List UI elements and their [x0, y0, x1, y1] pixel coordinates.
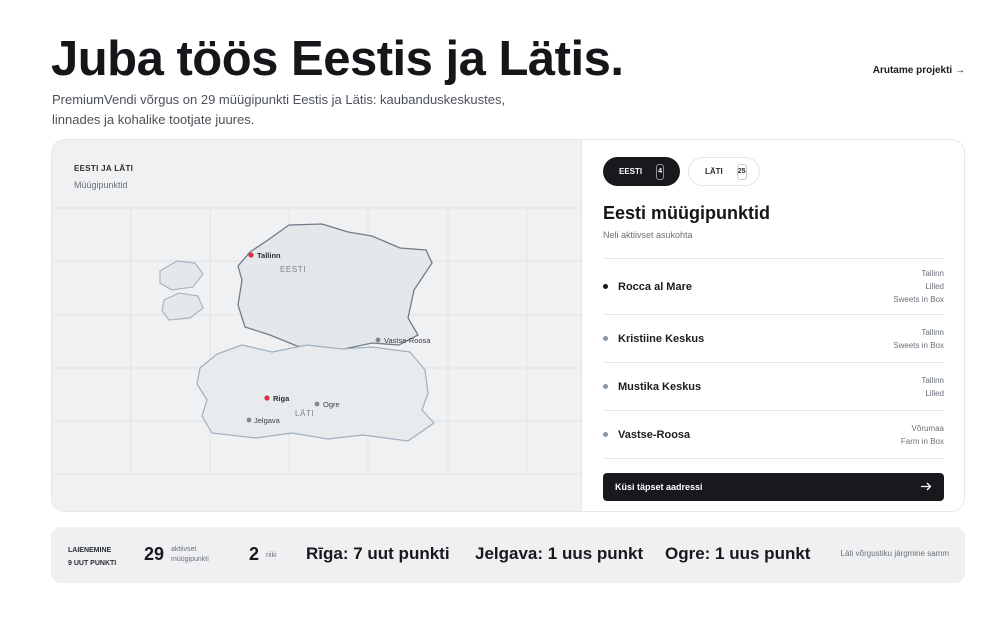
location-tag: Lilled	[925, 282, 944, 291]
location-tag: Farm in Box	[900, 436, 944, 446]
location-dot	[603, 336, 608, 341]
map-caption: Müügipunktid	[74, 180, 128, 190]
location-item-rocca-al-mare[interactable]: Rocca al Mare Tallinn Lilled Sweets in B…	[603, 259, 944, 315]
request-address-button[interactable]: Küsi täpset aadressi	[603, 473, 944, 501]
map-panel: Tallinn EESTI Vastse-Roosa Riga Ogre LÄT…	[52, 140, 582, 512]
countries-label: riiki	[266, 552, 277, 559]
active-points-label: aktiivset müügipunkti	[171, 545, 209, 565]
jelgava-label: Jelgava	[254, 416, 281, 425]
expansion-kicker-title: LAIENEMINE	[68, 547, 112, 554]
location-tag: Tallinn	[921, 375, 944, 385]
expansion-kicker-count: 9 UUT PUNKTI	[68, 560, 117, 567]
location-tag: Lilled	[925, 388, 944, 398]
location-tags: Tallinn Lilled	[921, 374, 944, 400]
ogre-new-points: Ogre: 1 uus punkt	[665, 544, 811, 563]
location-tags: Tallinn Lilled Sweets in Box	[893, 267, 944, 306]
location-item-vastse-roosa[interactable]: Vastse-Roosa Võrumaa Farm in Box	[603, 411, 944, 459]
latvia-label: LÄTI	[295, 409, 314, 418]
tab-estonia-count: 4	[656, 163, 664, 180]
active-points-label-line: müügipunkti	[171, 556, 209, 563]
map-kicker: EESTI JA LÄTI	[74, 164, 134, 173]
location-tags: Tallinn Sweets in Box	[893, 326, 944, 352]
location-dot	[603, 284, 608, 289]
location-dot	[603, 432, 608, 437]
locations-card: Tallinn EESTI Vastse-Roosa Riga Ogre LÄT…	[51, 139, 965, 512]
location-name: Mustika Keskus	[618, 380, 702, 393]
location-tag: Võrumaa	[911, 423, 944, 433]
location-tag: Sweets in Box	[893, 340, 944, 350]
jelgava-marker[interactable]	[246, 417, 252, 423]
discuss-project-link[interactable]: Arutame projekti →	[873, 65, 965, 76]
ogre-label: Ogre	[323, 400, 340, 409]
active-points-number: 29	[144, 544, 165, 564]
estonia-label: EESTI	[280, 265, 306, 274]
location-item-mustika-keskus[interactable]: Mustika Keskus Tallinn Lilled	[603, 363, 944, 411]
location-tags: Võrumaa Farm in Box	[901, 422, 944, 448]
tab-latvia[interactable]: LÄTI 25	[688, 157, 760, 186]
countries-number: 2	[249, 544, 260, 564]
tab-latvia-label: LÄTI	[705, 167, 723, 176]
location-name: Rocca al Mare	[618, 280, 692, 293]
tab-latvia-count: 25	[736, 163, 747, 180]
page-subtitle: PremiumVendi võrgus on 29 müügipunkti Ee…	[52, 92, 506, 127]
estonia-shape	[237, 223, 433, 353]
location-name: Kristiine Keskus	[618, 332, 705, 345]
latvia-shape	[196, 344, 435, 442]
vastse-roosa-marker[interactable]	[375, 337, 381, 343]
tab-estonia[interactable]: EESTI 4	[603, 157, 680, 186]
riga-label: Riga	[273, 394, 290, 403]
request-address-label: Küsi täpset aadressi	[615, 482, 703, 492]
location-tag: Tallinn	[921, 269, 944, 278]
expansion-kicker: LAIENEMINE 9 UUT PUNKTI	[68, 544, 116, 570]
expansion-stats-bar: LAIENEMINE 9 UUT PUNKTI 29 aktiivset müü…	[51, 527, 965, 583]
active-points-label-line: aktiivset	[171, 546, 197, 553]
riga-new-points: Rīga: 7 uut punkti	[306, 544, 450, 563]
location-tag: Sweets in Box	[893, 295, 944, 304]
vastse-roosa-label: Vastse-Roosa	[384, 336, 431, 345]
baltic-map[interactable]: Tallinn EESTI Vastse-Roosa Riga Ogre LÄT…	[52, 140, 582, 512]
locations-title: Eesti müügipunktid	[603, 203, 771, 223]
location-list: Rocca al Mare Tallinn Lilled Sweets in B…	[603, 258, 944, 459]
location-dot	[603, 384, 608, 389]
ogre-marker[interactable]	[314, 401, 320, 407]
location-name: Vastse-Roosa	[618, 428, 691, 441]
jelgava-new-points: Jelgava: 1 uus punkt	[475, 544, 644, 563]
tallinn-label: Tallinn	[257, 251, 281, 260]
location-item-kristiine-keskus[interactable]: Kristiine Keskus Tallinn Sweets in Box	[603, 315, 944, 363]
island-saaremaa	[159, 260, 204, 291]
island-hiiumaa	[161, 292, 204, 321]
country-tabs: EESTI 4 LÄTI 25	[603, 157, 760, 186]
tallinn-marker[interactable]	[248, 252, 254, 258]
locations-panel: EESTI 4 LÄTI 25 Eesti müügipunktid Neli …	[582, 140, 964, 511]
tab-estonia-label: EESTI	[619, 167, 643, 176]
locations-subtitle: Neli aktiivset asukohta	[603, 230, 693, 240]
next-step-text: Läti võrgustiku järgmine samm	[840, 549, 949, 558]
arrow-right-icon	[921, 482, 932, 493]
riga-marker[interactable]	[264, 395, 270, 401]
page-title: Juba töös Eestis ja Lätis.	[51, 32, 624, 86]
location-tag: Tallinn	[921, 327, 944, 337]
